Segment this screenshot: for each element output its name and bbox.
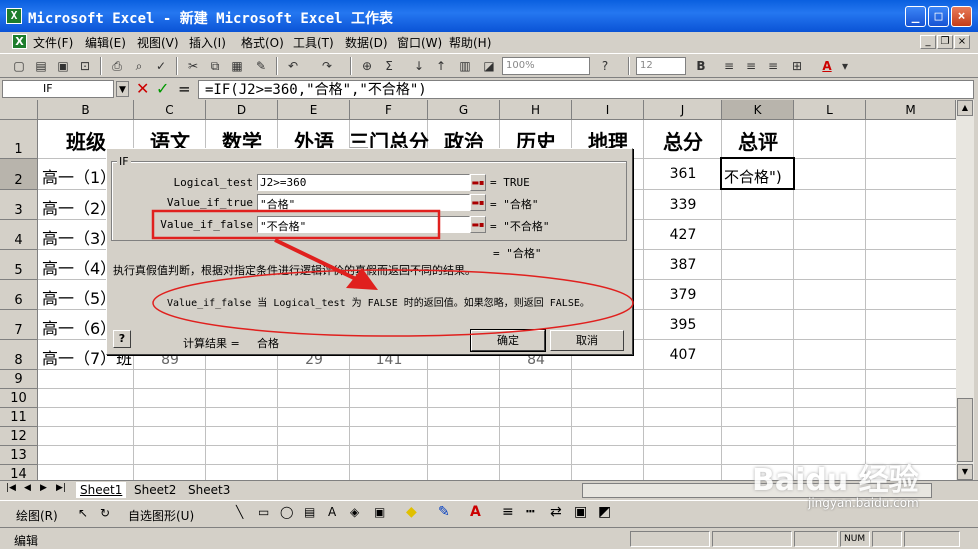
highlight-ellipse (152, 269, 634, 337)
watermark-url: jingyan.baidu.com (808, 496, 919, 510)
annotation-arrowhead (346, 268, 378, 290)
highlight-rectangle (151, 209, 441, 240)
baidu-watermark: Baidu 经验 (752, 463, 919, 498)
